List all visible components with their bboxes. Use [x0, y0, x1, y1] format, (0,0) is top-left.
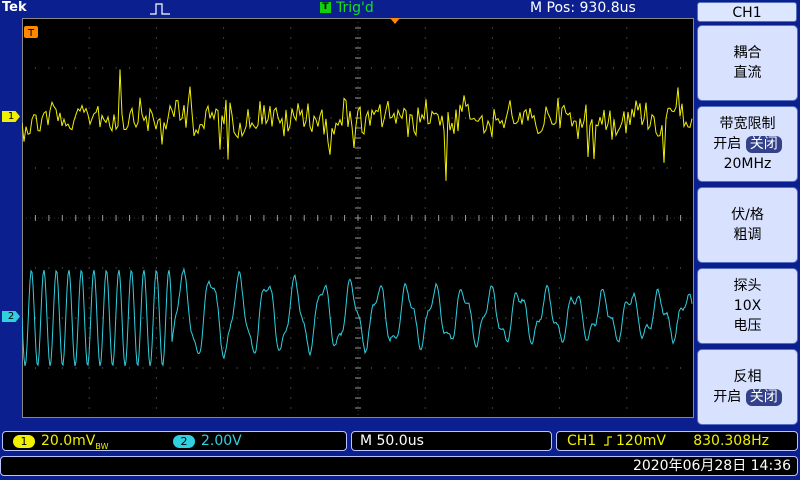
graticule-grid: [21, 17, 695, 419]
trigger-position-marker: [390, 18, 400, 24]
ch2-badge: 2: [173, 434, 195, 448]
probe-type: 电压: [733, 318, 762, 334]
bandwidth-off-option: 关闭: [745, 136, 782, 153]
ch2-scale-readout[interactable]: 2 2.00V: [173, 432, 242, 450]
trigger-readout[interactable]: CH1 120mV 830.308Hz: [556, 431, 798, 451]
ch1-waveform: [21, 69, 693, 181]
trigger-level-label: T: [27, 28, 35, 39]
frequency-readout: 830.308Hz: [693, 433, 769, 449]
horizontal-position: M Pos: 930.8us: [530, 0, 636, 16]
vertical-scale-box: 1 20.0mVBW 2 2.00V: [2, 431, 347, 451]
trigger-badge: T: [320, 2, 331, 13]
bandwidth-label: 带宽限制: [719, 116, 776, 132]
invert-off-option: 关闭: [745, 389, 782, 406]
ch1-scale-readout[interactable]: 1 20.0mVBW: [13, 432, 109, 456]
probe-button[interactable]: 探头 10X 电压: [697, 268, 798, 344]
ch1-scale: 20.0mV: [41, 433, 96, 449]
channel-readout-bar: 1 20.0mVBW 2 2.00V M 50.0us CH1 120mV 830.…: [0, 430, 800, 452]
coupling-button[interactable]: 耦合 直流: [697, 25, 798, 101]
volts-div-value: 粗调: [733, 227, 762, 243]
volts-div-label: 伏/格: [731, 207, 764, 223]
trigger-status: Trig'd: [336, 0, 374, 16]
volts-per-div-button[interactable]: 伏/格 粗调: [697, 187, 798, 263]
coupling-value: 直流: [733, 65, 762, 81]
probe-label: 探头: [733, 278, 762, 294]
invert-toggle: 开启 关闭: [698, 387, 797, 407]
ch2-scale: 2.00V: [201, 433, 242, 449]
coupling-label: 耦合: [733, 45, 762, 61]
date-bar: 2020年06月28日 14:36: [0, 454, 800, 480]
datetime-readout: 2020年06月28日 14:36: [0, 456, 798, 476]
bandwidth-limit-button[interactable]: 带宽限制 开启 关闭 20MHz: [697, 106, 798, 182]
rising-edge-icon: [604, 436, 612, 446]
probe-attenuation: 10X: [733, 298, 762, 314]
bandwidth-on-option: 开启: [713, 136, 742, 152]
waveform-display: T: [21, 17, 695, 419]
ch1-badge: 1: [13, 434, 35, 448]
ch1-ground-marker[interactable]: 1: [2, 111, 20, 122]
ch1-bw-suffix: BW: [95, 441, 109, 451]
brand-logo: Tek: [2, 0, 27, 15]
top-status-bar: Tek T Trig'd M Pos: 930.8us: [0, 0, 695, 18]
trigger-level: 120mV: [616, 433, 666, 449]
mpos-label: M Pos:: [530, 0, 576, 16]
trigger-edge-icon: [150, 3, 170, 15]
mpos-value: 930.8us: [579, 0, 636, 16]
trigger-source: CH1: [567, 433, 597, 449]
invert-button[interactable]: 反相 开启 关闭: [697, 349, 798, 425]
waveform-graticule: T: [21, 17, 695, 419]
bandwidth-value: 20MHz: [723, 156, 772, 172]
trigger-level-marker: T: [24, 26, 38, 39]
timebase-readout[interactable]: M 50.0us: [351, 431, 552, 451]
menu-title: CH1: [697, 2, 797, 22]
invert-on-option: 开启: [713, 389, 742, 405]
channel-menu: CH1 耦合 直流 带宽限制 开启 关闭 20MHz 伏/格 粗调 探头 10X…: [695, 0, 800, 428]
bandwidth-toggle: 开启 关闭: [698, 134, 797, 154]
invert-label: 反相: [733, 369, 762, 385]
ch2-ground-marker[interactable]: 2: [2, 311, 20, 322]
